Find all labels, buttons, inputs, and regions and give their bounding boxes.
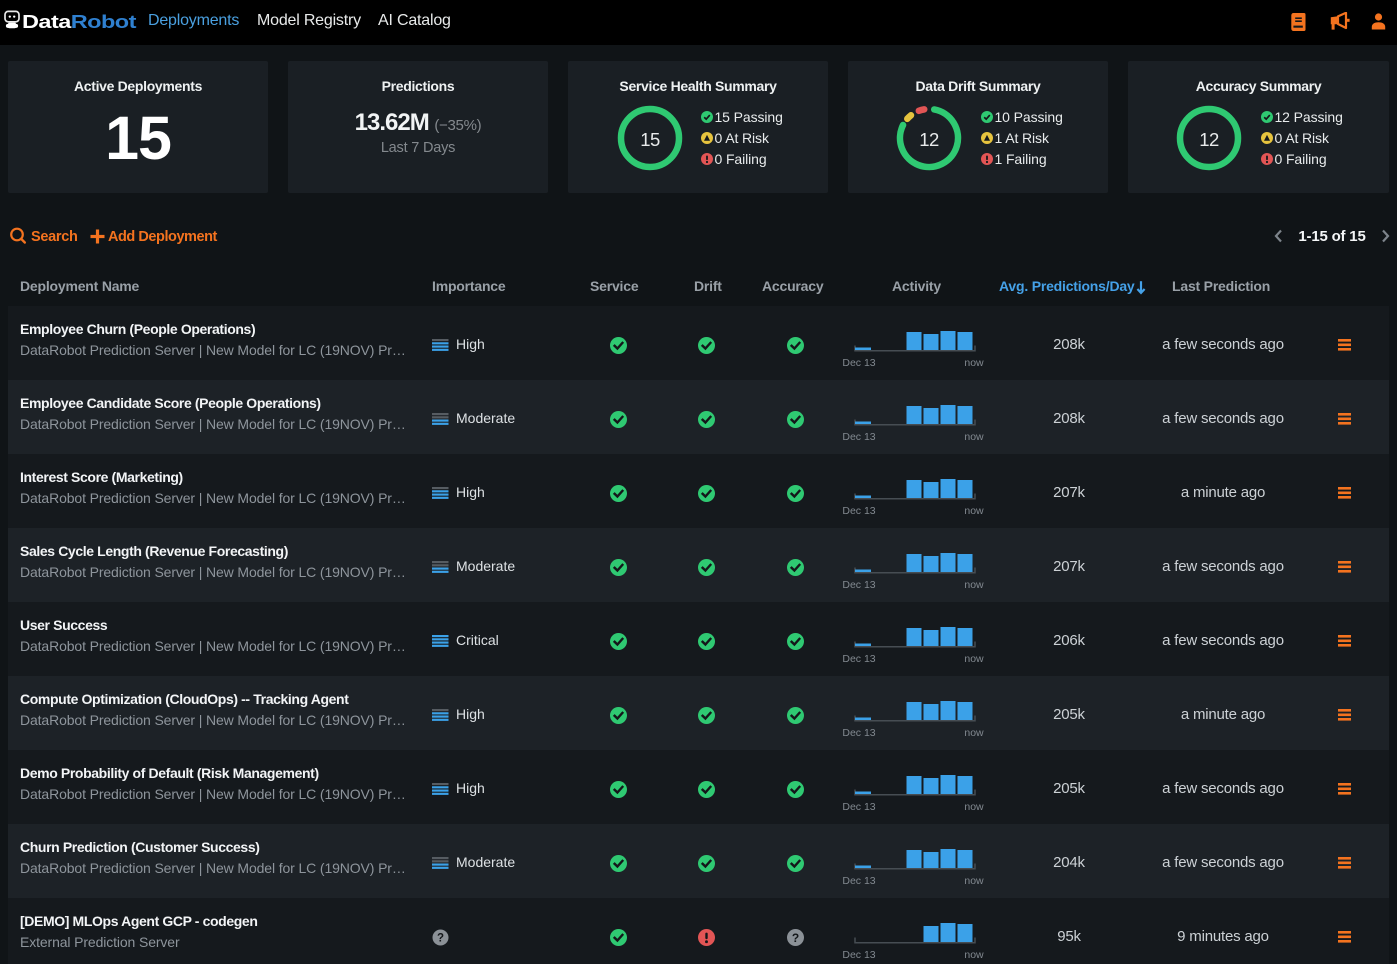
svg-text:now: now xyxy=(964,357,984,369)
svg-text:now: now xyxy=(964,505,984,517)
svg-text:Dec 13: Dec 13 xyxy=(842,949,875,961)
svg-text:Dec 13: Dec 13 xyxy=(842,505,875,517)
svg-text:Dec 13: Dec 13 xyxy=(842,801,875,813)
svg-text:now: now xyxy=(964,949,984,961)
svg-text:Dec 13: Dec 13 xyxy=(842,579,875,591)
svg-text:Dec 13: Dec 13 xyxy=(842,875,875,887)
svg-text:now: now xyxy=(964,875,984,887)
svg-text:now: now xyxy=(964,431,984,443)
svg-text:now: now xyxy=(964,579,984,591)
svg-text:now: now xyxy=(964,727,984,739)
svg-text:Dec 13: Dec 13 xyxy=(842,431,875,443)
svg-text:Dec 13: Dec 13 xyxy=(842,727,875,739)
svg-text:now: now xyxy=(964,653,984,665)
svg-text:?: ? xyxy=(791,930,798,944)
svg-text:Dec 13: Dec 13 xyxy=(842,357,875,369)
svg-text:Dec 13: Dec 13 xyxy=(842,653,875,665)
svg-text:?: ? xyxy=(437,933,444,945)
svg-text:now: now xyxy=(964,801,984,813)
